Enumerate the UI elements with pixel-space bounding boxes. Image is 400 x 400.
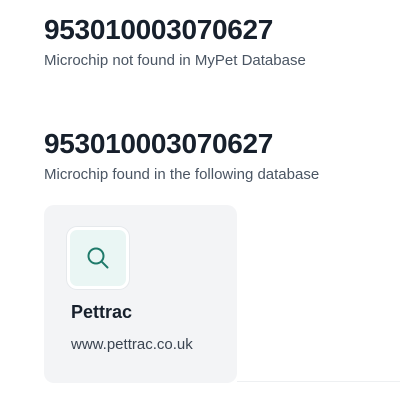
chip-number: 953010003070627 [44, 14, 274, 45]
result-external-database: 953010003070627 Microchip found in the f… [44, 126, 319, 185]
microchip-lookup-page: 953010003070627 Microchip not found in M… [0, 0, 400, 400]
chip-number: 953010003070627 [44, 128, 274, 159]
result-mypet-database: 953010003070627 Microchip not found in M… [44, 12, 306, 71]
chip-status: Microchip found in the following databas… [44, 166, 320, 183]
search-icon [87, 247, 109, 269]
database-card-pettrac[interactable]: Pettrac www.pettrac.co.uk [44, 205, 237, 383]
database-url[interactable]: www.pettrac.co.uk [71, 335, 193, 355]
divider [237, 381, 400, 382]
database-icon-container [67, 227, 129, 289]
database-name: Pettrac [71, 302, 133, 322]
chip-status: Microchip not found in MyPet Database [44, 52, 306, 69]
